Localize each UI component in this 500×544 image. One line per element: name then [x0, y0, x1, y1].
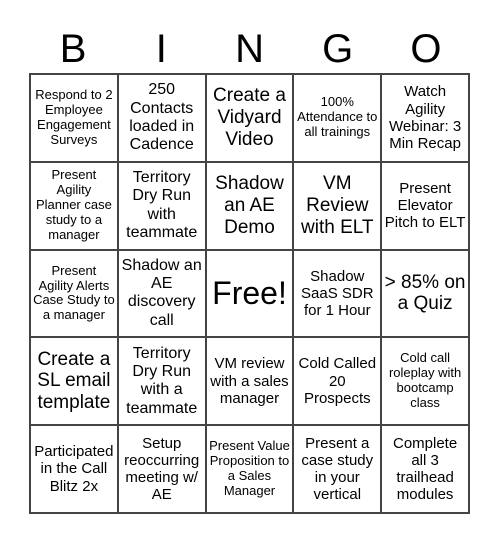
bingo-cell[interactable]: Present Elevator Pitch to ELT: [381, 161, 469, 250]
bingo-cell[interactable]: VM Review with ELT: [293, 161, 382, 250]
bingo-cell[interactable]: Setup reoccurring meeting w/ AE: [117, 425, 206, 513]
bingo-cell[interactable]: Cold call roleplay with bootcamp class: [381, 337, 469, 426]
header-letter-g: G: [322, 27, 354, 71]
bingo-cell[interactable]: Territory Dry Run with a teammate: [117, 337, 206, 426]
bingo-cell[interactable]: Present Agility Planner case study to a …: [30, 161, 118, 250]
bingo-cell[interactable]: > 85% on a Quiz: [381, 249, 469, 338]
bingo-cell[interactable]: 250 Contacts loaded in Cadence: [117, 74, 206, 162]
bingo-cell[interactable]: Cold Called 20 Prospects: [293, 337, 382, 426]
bingo-cell[interactable]: Territory Dry Run with teammate: [117, 161, 206, 250]
bingo-cell[interactable]: Complete all 3 trailhead modules: [381, 425, 469, 513]
bingo-cell[interactable]: Shadow an AE discovery call: [117, 249, 206, 338]
bingo-cell[interactable]: Participated in the Call Blitz 2x: [30, 425, 118, 513]
bingo-cell[interactable]: Shadow an AE Demo: [205, 161, 294, 250]
bingo-header: B I N G O: [29, 25, 470, 73]
bingo-cell[interactable]: VM review with a sales manager: [205, 337, 294, 426]
bingo-cell[interactable]: Create a SL email template: [30, 337, 118, 426]
bingo-card: Respond to 2 Employee Engagement Surveys…: [29, 73, 470, 514]
bingo-cell[interactable]: Present Agility Alerts Case Study to a m…: [30, 249, 118, 338]
header-letter-n: N: [235, 27, 264, 71]
bingo-cell[interactable]: Shadow SaaS SDR for 1 Hour: [293, 249, 382, 338]
bingo-cell[interactable]: Present a case study in your vertical: [293, 425, 382, 513]
bingo-cell[interactable]: Present Value Proposition to a Sales Man…: [205, 425, 294, 513]
bingo-cell[interactable]: Respond to 2 Employee Engagement Surveys: [30, 74, 118, 162]
header-letter-o: O: [410, 27, 442, 71]
bingo-cell[interactable]: Watch Agility Webinar: 3 Min Recap: [381, 74, 469, 162]
header-letter-b: B: [59, 27, 87, 71]
header-letter-i: I: [155, 27, 167, 71]
free-space[interactable]: Free!: [205, 249, 294, 338]
bingo-cell[interactable]: Create a Vidyard Video: [205, 74, 294, 162]
bingo-cell[interactable]: 100% Attendance to all trainings: [293, 74, 382, 162]
